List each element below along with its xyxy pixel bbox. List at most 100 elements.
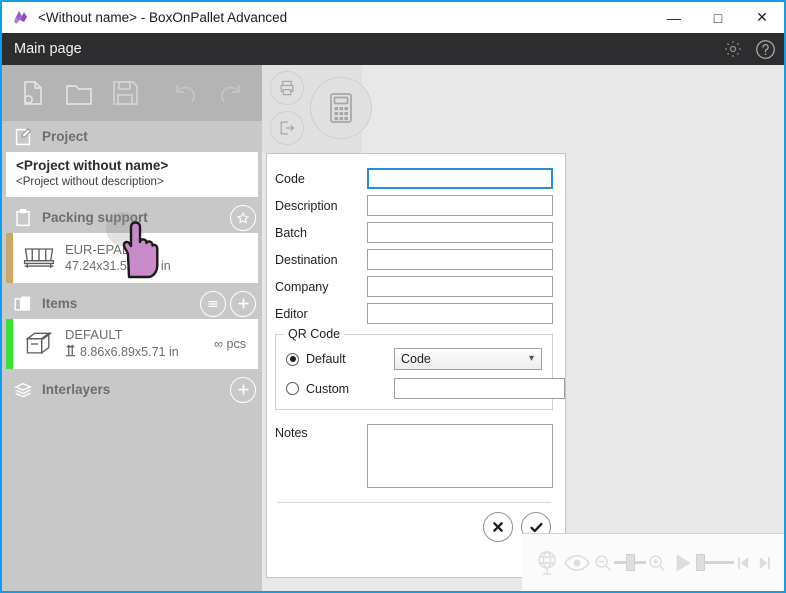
project-card[interactable]: <Project without name> <Project without … xyxy=(6,152,258,197)
form-row-description: Description xyxy=(275,195,553,216)
qr-default-radio[interactable]: Default xyxy=(286,352,394,366)
form-row-company: Company xyxy=(275,276,553,297)
zoom-in-icon[interactable] xyxy=(646,552,668,574)
qr-custom-row: Custom xyxy=(286,378,565,399)
qr-custom-label: Custom xyxy=(306,381,350,396)
pallet-title: EUR-EPAL xyxy=(65,242,130,257)
item-title: DEFAULT xyxy=(65,327,123,342)
project-description: <Project without description> xyxy=(16,176,164,188)
qr-custom-input[interactable] xyxy=(394,378,565,399)
form-row-batch: Batch xyxy=(275,222,553,243)
qr-default-label: Default xyxy=(306,352,346,366)
destination-input[interactable] xyxy=(367,249,553,270)
company-input[interactable] xyxy=(367,276,553,297)
qr-code-group: QR Code Default Code ▾ Custom xyxy=(275,327,565,410)
height-arrows-icon xyxy=(65,343,76,362)
label-description: Description xyxy=(275,198,338,213)
app-logo-icon xyxy=(8,5,34,31)
label-batch: Batch xyxy=(275,225,307,240)
project-properties-form: Code Description Batch Destination Compa… xyxy=(266,153,566,578)
main-page-label[interactable]: Main page xyxy=(14,41,82,57)
close-button[interactable]: ✕ xyxy=(740,2,784,33)
sidebar-section-items[interactable]: Items xyxy=(2,288,262,319)
undo-arrow-icon[interactable] xyxy=(162,70,208,116)
box-icon xyxy=(17,324,61,364)
item-quantity: ∞ pcs xyxy=(214,337,246,351)
form-row-notes: Notes xyxy=(275,424,553,488)
main-body: Project <Project without name> <Project … xyxy=(2,65,784,591)
help-icon[interactable] xyxy=(752,36,778,62)
save-disk-icon[interactable] xyxy=(102,70,148,116)
notes-textarea[interactable] xyxy=(367,424,553,488)
hamburger-menu-icon[interactable] xyxy=(200,290,226,317)
zoom-slider-thumb[interactable] xyxy=(626,554,635,571)
items-actions xyxy=(200,288,256,319)
plus-icon[interactable] xyxy=(230,290,256,317)
qr-default-select[interactable]: Code ▾ xyxy=(394,348,542,370)
sidebar-section-project[interactable]: Project xyxy=(2,121,262,152)
action-bar-column xyxy=(270,71,304,145)
qr-default-row: Default Code ▾ xyxy=(286,348,542,370)
label-company: Company xyxy=(275,279,329,294)
chevron-down-icon: ▾ xyxy=(528,353,534,364)
cancel-x-icon[interactable] xyxy=(483,512,513,542)
label-editor: Editor xyxy=(275,306,308,321)
label-code: Code xyxy=(275,171,305,186)
label-destination: Destination xyxy=(275,252,338,267)
qr-custom-radio[interactable]: Custom xyxy=(286,382,394,396)
export-icon[interactable] xyxy=(270,111,304,145)
plus-icon[interactable] xyxy=(230,376,256,403)
section-label-interlayers: Interlayers xyxy=(42,382,111,397)
content-area: Code Description Batch Destination Compa… xyxy=(262,65,784,591)
step-forward-icon[interactable] xyxy=(754,553,774,573)
action-bar xyxy=(262,65,372,153)
maximize-button[interactable]: □ xyxy=(696,2,740,33)
animation-slider-thumb[interactable] xyxy=(696,554,706,571)
globe-icon[interactable] xyxy=(532,548,562,578)
batch-input[interactable] xyxy=(367,222,553,243)
click-ripple xyxy=(106,212,140,246)
pallet-dimensions: 47.24x31.5x5.67 in xyxy=(65,259,171,273)
window-title: <Without name> - BoxOnPallet Advanced xyxy=(38,10,288,25)
project-edit-icon xyxy=(10,124,36,150)
item-accent-bar xyxy=(6,319,13,369)
section-label-items: Items xyxy=(42,296,78,311)
form-row-destination: Destination xyxy=(275,249,553,270)
code-input[interactable] xyxy=(367,168,553,189)
editor-input[interactable] xyxy=(367,303,553,324)
redo-arrow-icon[interactable] xyxy=(208,70,254,116)
calculator-icon[interactable] xyxy=(310,77,372,139)
print-icon[interactable] xyxy=(270,71,304,105)
description-input[interactable] xyxy=(367,195,553,216)
zoom-out-icon[interactable] xyxy=(592,552,614,574)
play-icon[interactable] xyxy=(668,550,696,576)
animation-slider[interactable] xyxy=(696,553,734,573)
step-back-icon[interactable] xyxy=(734,553,754,573)
window-controls: — □ ✕ xyxy=(652,2,784,33)
project-name: <Project without name> xyxy=(16,158,169,173)
minimize-button[interactable]: — xyxy=(652,2,696,33)
menu-strip: Main page xyxy=(2,33,784,65)
packing-support-icon xyxy=(10,205,36,231)
open-folder-icon[interactable] xyxy=(56,70,102,116)
form-buttons xyxy=(275,503,553,542)
radio-default-icon xyxy=(286,352,299,366)
new-project-icon[interactable] xyxy=(10,70,56,116)
pallet-accent-bar xyxy=(6,233,13,283)
qr-code-group-title: QR Code xyxy=(284,327,345,341)
gear-icon[interactable] xyxy=(720,36,746,62)
qr-default-select-value: Code xyxy=(401,352,431,366)
file-toolbar xyxy=(2,65,262,121)
item-row[interactable]: DEFAULT 8.86x6.89x5.71 in ∞ pcs xyxy=(6,319,258,369)
application-window: <Without name> - BoxOnPallet Advanced — … xyxy=(0,0,786,593)
star-icon[interactable] xyxy=(230,204,256,231)
sidebar: Project <Project without name> <Project … xyxy=(2,65,262,591)
label-notes: Notes xyxy=(275,426,308,440)
menu-strip-actions xyxy=(720,33,778,65)
sidebar-section-interlayers[interactable]: Interlayers xyxy=(2,374,262,405)
interlayers-icon xyxy=(10,377,36,403)
zoom-slider[interactable] xyxy=(614,553,646,573)
items-icon xyxy=(10,291,36,317)
eye-icon[interactable] xyxy=(562,548,592,578)
item-dimensions: 8.86x6.89x5.71 in xyxy=(80,345,179,359)
